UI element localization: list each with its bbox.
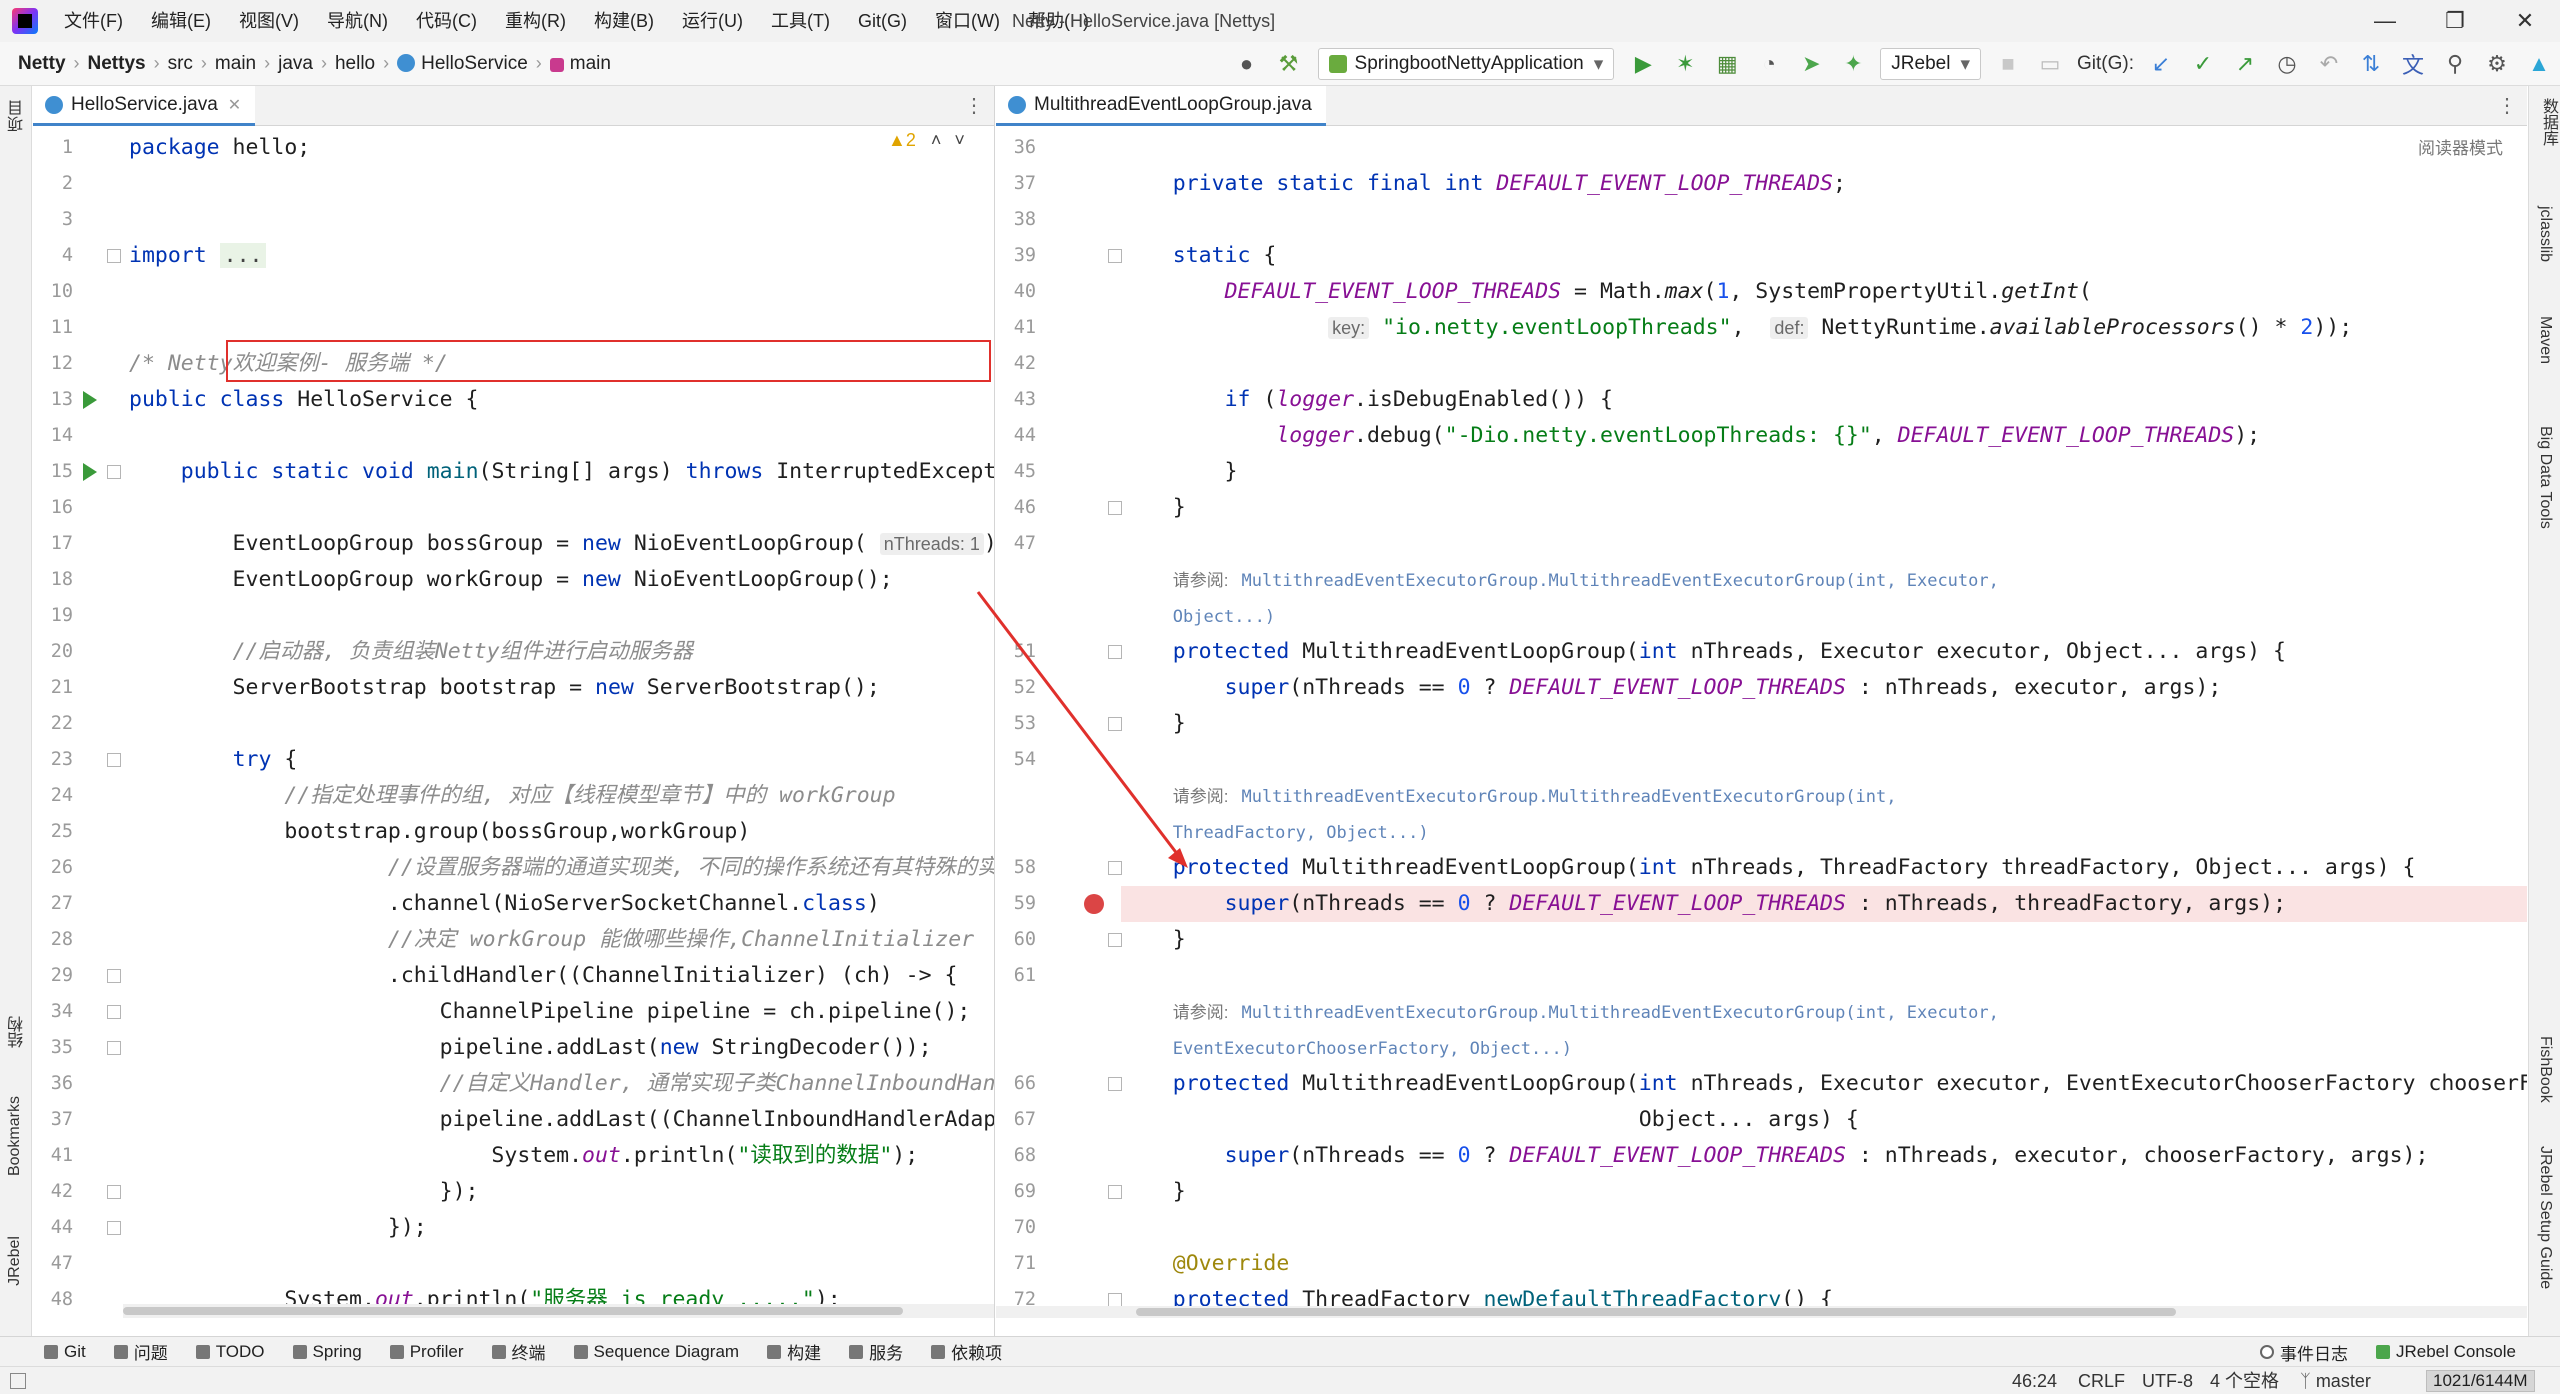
tool-window-icon bbox=[195, 1344, 210, 1359]
bottom-tool-label: 问题 bbox=[133, 1344, 168, 1363]
event-log-label: 事件日志 bbox=[2279, 1344, 2348, 1364]
tool-window-icon bbox=[573, 1344, 588, 1359]
bottom-tool-label: Spring bbox=[312, 1341, 362, 1361]
tool-window-icon bbox=[491, 1344, 506, 1359]
bottom-tool-label: 服务 bbox=[869, 1344, 904, 1363]
annotation-arrow bbox=[976, 591, 1188, 868]
bottom-tool-window-bar: Git 问题 TODO Spring Profiler 终端 Sequence Diagra… bbox=[0, 1336, 2560, 1366]
big-data-tools-button[interactable]: Big Data Tools bbox=[2536, 426, 2554, 529]
jrebel-console-icon bbox=[2375, 1345, 2390, 1359]
tool-window-icon bbox=[113, 1344, 128, 1359]
bottom-tool-label: Sequence Diagram bbox=[593, 1341, 740, 1361]
jclasslib-tool-button[interactable]: jclasslib bbox=[2536, 206, 2554, 262]
status-bar: 46:24 CRLF UTF-8 4 个空格 ᛉ master 1021/614… bbox=[0, 1366, 2560, 1394]
maven-tool-button[interactable]: Maven bbox=[2536, 316, 2554, 364]
bottom-tool-label: Git bbox=[64, 1341, 86, 1361]
bottom-tool-label: Profiler bbox=[409, 1341, 464, 1361]
tool-window-icon bbox=[767, 1344, 782, 1359]
bottom-tool-button[interactable]: Git bbox=[30, 1342, 100, 1362]
bottom-tool-button[interactable]: TODO bbox=[182, 1342, 279, 1362]
event-log-button[interactable]: 事件日志 bbox=[2246, 1340, 2362, 1365]
file-encoding[interactable]: UTF-8 bbox=[2142, 1367, 2193, 1394]
layout-toggle-icon[interactable] bbox=[10, 1373, 26, 1389]
bottom-tool-button[interactable]: Profiler bbox=[376, 1342, 478, 1362]
jrebel-setup-guide-button[interactable]: JRebel Setup Guide bbox=[2536, 1146, 2554, 1289]
bottom-tool-button[interactable]: Sequence Diagram bbox=[560, 1342, 754, 1362]
git-branch[interactable]: ᛉ master bbox=[2300, 1367, 2371, 1394]
arrow-head bbox=[1168, 848, 1188, 868]
line-separator[interactable]: CRLF bbox=[2078, 1367, 2125, 1394]
tool-window-icon bbox=[389, 1344, 404, 1359]
tool-window-icon bbox=[292, 1344, 307, 1359]
jrebel-console-button[interactable]: JRebel Console bbox=[2362, 1342, 2530, 1362]
arrow-line bbox=[976, 591, 1180, 856]
memory-indicator[interactable]: 1021/6144M bbox=[2426, 1370, 2535, 1392]
bottom-tool-button[interactable]: 依赖项 bbox=[917, 1339, 1016, 1364]
event-log-icon bbox=[2259, 1345, 2274, 1359]
bottom-tool-button[interactable]: Spring bbox=[279, 1342, 376, 1362]
bottom-right-tools: 事件日志 JRebel Console bbox=[2246, 1337, 2530, 1367]
bottom-tool-label: 终端 bbox=[511, 1344, 546, 1363]
bottom-tool-button[interactable]: 构建 bbox=[753, 1339, 835, 1364]
right-tool-window-bar: 数据库 jclasslib Maven Big Data Tools FishB… bbox=[2528, 86, 2560, 1336]
database-tool-button[interactable]: 数据库 bbox=[2536, 98, 2560, 146]
indent-setting[interactable]: 4 个空格 bbox=[2210, 1367, 2279, 1394]
caret-position[interactable]: 46:24 bbox=[2012, 1367, 2057, 1394]
bottom-tool-button[interactable]: 问题 bbox=[100, 1339, 182, 1364]
bottom-tool-label: 构建 bbox=[787, 1344, 822, 1363]
git-branch-label: master bbox=[2315, 1371, 2371, 1391]
branch-icon: ᛉ bbox=[2300, 1371, 2316, 1391]
bottom-tool-label: TODO bbox=[215, 1341, 265, 1361]
tool-window-icon bbox=[931, 1344, 946, 1359]
fishbook-tool-button[interactable]: FishBook bbox=[2536, 1036, 2554, 1103]
bottom-tool-button[interactable]: 终端 bbox=[478, 1339, 560, 1364]
tool-window-icon bbox=[44, 1344, 58, 1359]
bottom-tool-label: 依赖项 bbox=[951, 1344, 1003, 1363]
bottom-tool-button[interactable]: 服务 bbox=[835, 1339, 917, 1364]
tool-window-icon bbox=[849, 1344, 864, 1359]
bottom-tools: Git 问题 TODO Spring Profiler 终端 Sequence Diagra… bbox=[0, 1339, 1016, 1364]
jrebel-console-label: JRebel Console bbox=[2395, 1342, 2516, 1361]
